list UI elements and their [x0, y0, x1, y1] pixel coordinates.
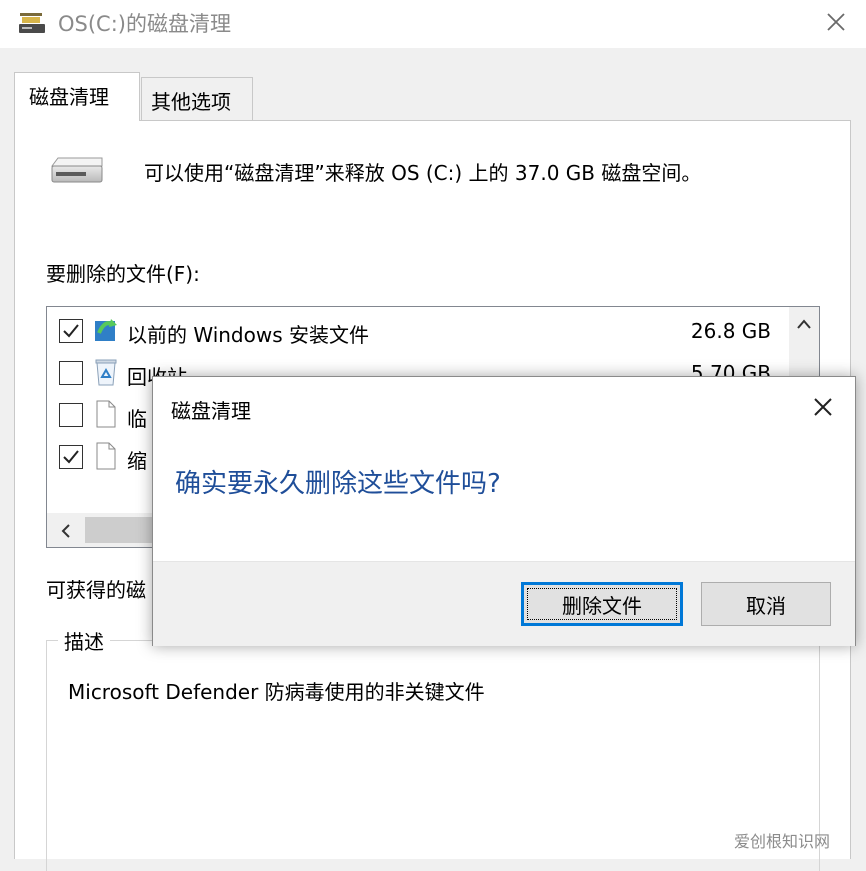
windows-setup-icon — [95, 319, 117, 341]
close-icon[interactable] — [822, 8, 850, 36]
checkbox[interactable] — [59, 403, 83, 427]
dialog-footer: 删除文件 取消 — [153, 561, 855, 646]
disk-cleanup-icon — [19, 13, 45, 33]
title-bar: OS(C:)的磁盘清理 — [0, 0, 866, 48]
recycle-bin-icon — [95, 359, 117, 386]
available-space-label: 可获得的磁 — [46, 578, 146, 602]
focus-ring — [527, 588, 677, 620]
description-text: Microsoft Defender 防病毒使用的非关键文件 — [68, 680, 485, 704]
dialog-question: 确实要永久删除这些文件吗? — [175, 469, 501, 499]
description-legend: 描述 — [58, 626, 110, 655]
checkbox[interactable] — [59, 361, 83, 385]
dialog-title: 磁盘清理 — [171, 399, 251, 423]
description-group — [46, 640, 820, 871]
tab-more-options[interactable]: 其他选项 — [141, 77, 253, 121]
file-name: 临 — [127, 407, 147, 431]
tab-disk-cleanup[interactable]: 磁盘清理 — [14, 72, 140, 121]
file-icon — [96, 400, 116, 428]
tab-label: 磁盘清理 — [29, 85, 109, 109]
file-icon — [96, 442, 116, 470]
file-name: 以前的 Windows 安装文件 — [127, 323, 369, 347]
intro-text: 可以使用“磁盘清理”来释放 OS (C:) 上的 37.0 GB 磁盘空间。 — [144, 161, 702, 185]
file-name: 缩 — [127, 449, 147, 473]
tab-label: 其他选项 — [151, 90, 231, 114]
confirm-dialog: 磁盘清理 确实要永久删除这些文件吗? 删除文件 取消 — [152, 376, 856, 646]
button-label: 取消 — [746, 593, 786, 618]
files-to-delete-label: 要删除的文件(F): — [46, 262, 200, 286]
checkbox[interactable] — [59, 445, 83, 469]
checkbox[interactable] — [59, 319, 83, 343]
cancel-button[interactable]: 取消 — [701, 582, 831, 626]
window-title: OS(C:)的磁盘清理 — [58, 12, 231, 36]
delete-files-button[interactable]: 删除文件 — [521, 582, 683, 626]
list-item[interactable]: 以前的 Windows 安装文件 26.8 GB — [47, 311, 787, 351]
hard-drive-icon — [51, 157, 103, 183]
chevron-left-icon[interactable] — [59, 523, 73, 539]
close-icon[interactable] — [809, 393, 837, 421]
chevron-up-icon[interactable] — [795, 317, 813, 331]
file-size: 26.8 GB — [690, 319, 771, 343]
watermark: 爱创根知识网 — [734, 832, 831, 851]
